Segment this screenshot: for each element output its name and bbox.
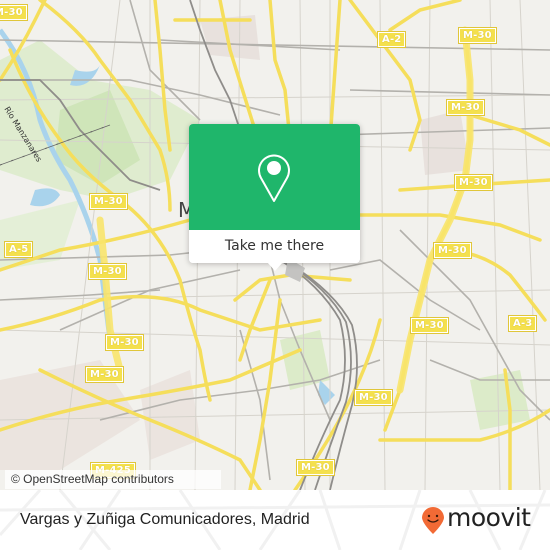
moovit-wordmark: moovit bbox=[447, 503, 531, 532]
road-shield-m30: M-30 bbox=[85, 366, 124, 383]
road-shield-a2: A-2 bbox=[376, 31, 407, 48]
road-shield-a5: A-5 bbox=[3, 241, 34, 258]
popup-pointer bbox=[267, 262, 283, 271]
moovit-logo[interactable]: moovit bbox=[420, 503, 545, 535]
popup-header bbox=[189, 124, 360, 230]
road-shield-m30: M-30 bbox=[454, 174, 493, 191]
road-shield-a3: A-3 bbox=[507, 315, 538, 332]
road-shield-m30: M-30 bbox=[433, 242, 472, 259]
map-pin-icon bbox=[258, 154, 290, 202]
road-shield-m30: M-30 bbox=[410, 317, 449, 334]
location-popup: Take me there bbox=[189, 124, 360, 271]
road-shield-m30: M-30 bbox=[446, 99, 485, 116]
road-shield-m30: M-30 bbox=[88, 263, 127, 280]
road-shield-m30: M-30 bbox=[89, 193, 128, 210]
road-shield-m30: M-30 bbox=[296, 459, 335, 476]
map-attribution[interactable]: © OpenStreetMap contributors bbox=[5, 470, 221, 489]
road-shield-m30: M-30 bbox=[0, 4, 28, 21]
take-me-there-button[interactable]: Take me there bbox=[189, 230, 360, 263]
popup-footer: Take me there bbox=[189, 230, 360, 263]
place-name: Vargas y Zuñiga Comunicadores, Madrid bbox=[20, 511, 310, 528]
road-shield-m30: M-30 bbox=[105, 334, 144, 351]
road-shield-m30: M-30 bbox=[354, 389, 393, 406]
road-shield-m30: M-30 bbox=[458, 27, 497, 44]
moovit-pin-icon bbox=[422, 507, 444, 534]
